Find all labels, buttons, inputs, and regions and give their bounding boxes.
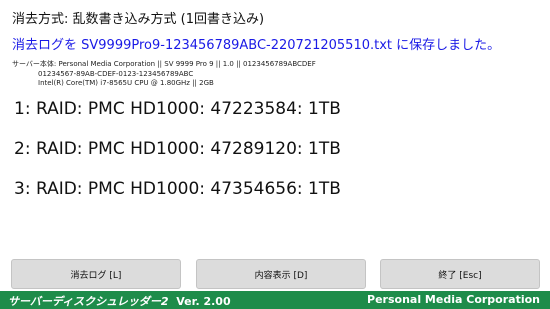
system-info-line-1: サーバー本体: Personal Media Corporation || SV… bbox=[12, 60, 316, 68]
system-info-line-3: Intel(R) Core(TM) i7-8565U CPU @ 1.80GHz… bbox=[38, 79, 214, 87]
erase-method-label: 消去方式: 乱数書き込み方式 (1回書き込み) bbox=[12, 12, 265, 27]
disk-item-2: 2: RAID: PMC HD1000: 47289120: 1TB bbox=[14, 139, 341, 159]
footer-version: Ver. 2.00 bbox=[176, 295, 231, 308]
footer-bar: サーバーディスクシュレッダー2 Ver. 2.00 Personal Media… bbox=[0, 291, 550, 309]
system-info: サーバー本体: Personal Media Corporation || SV… bbox=[12, 60, 316, 89]
show-contents-button[interactable]: 内容表示 [D] bbox=[196, 259, 366, 289]
exit-button[interactable]: 終了 [Esc] bbox=[380, 259, 540, 289]
disk-list: 1: RAID: PMC HD1000: 47223584: 1TB 2: RA… bbox=[14, 98, 341, 218]
footer-company: Personal Media Corporation bbox=[367, 293, 540, 306]
footer-app-title: サーバーディスクシュレッダー2 bbox=[8, 295, 169, 308]
system-info-line-2: 01234567-89AB-CDEF-0123-123456789ABC bbox=[38, 69, 194, 78]
log-saved-message: 消去ログを SV9999Pro9-123456789ABC-2207212055… bbox=[12, 38, 501, 53]
disk-item-1: 1: RAID: PMC HD1000: 47223584: 1TB bbox=[14, 99, 341, 119]
erase-log-button[interactable]: 消去ログ [L] bbox=[11, 259, 181, 289]
disk-item-3: 3: RAID: PMC HD1000: 47354656: 1TB bbox=[14, 179, 341, 199]
footer-app-name: サーバーディスクシュレッダー2 Ver. 2.00 bbox=[8, 293, 231, 309]
